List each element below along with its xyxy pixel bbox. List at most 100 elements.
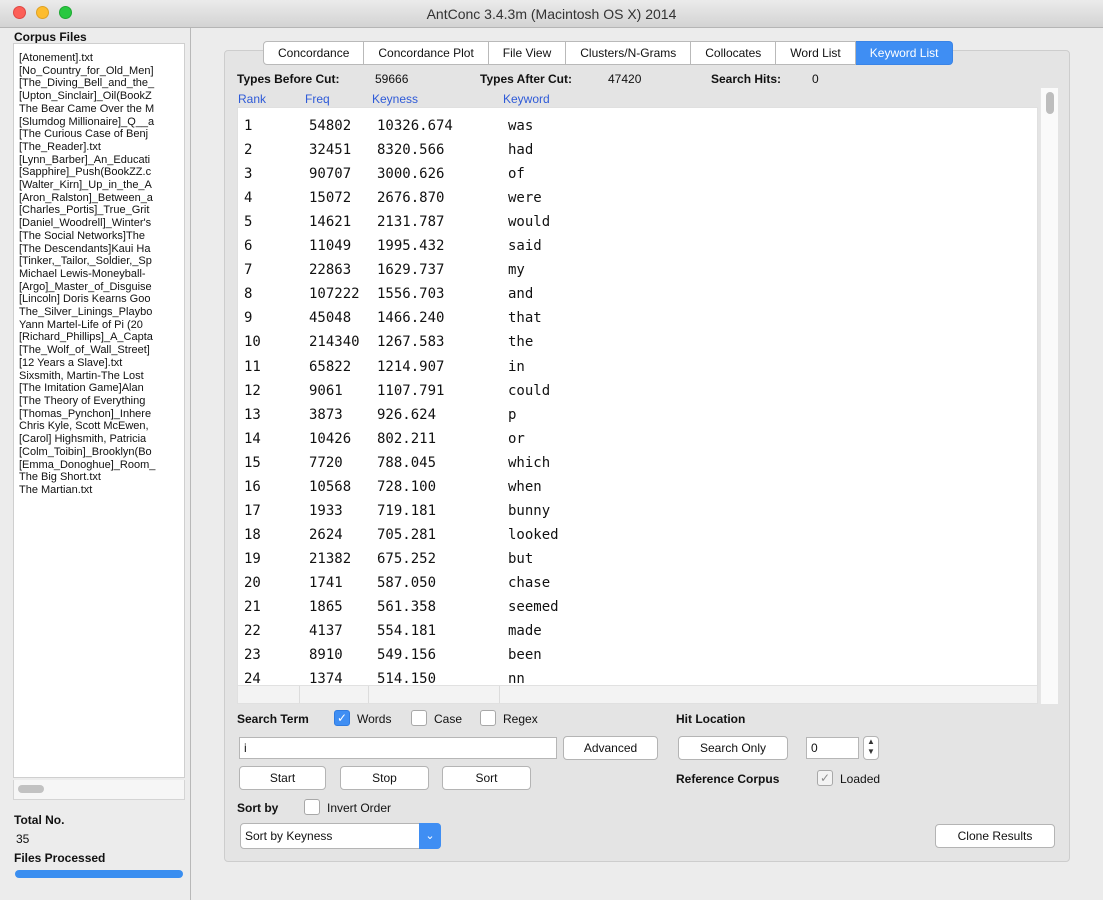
- case-checkbox[interactable]: [411, 710, 427, 726]
- corpus-file-item[interactable]: [The_Wolf_of_Wall_Street]: [14, 344, 184, 357]
- table-row[interactable]: 16 10568 728.100 when: [238, 476, 1037, 500]
- clone-results-button[interactable]: Clone Results: [935, 824, 1055, 848]
- tab-collocates[interactable]: Collocates: [691, 41, 777, 65]
- corpus-file-item[interactable]: [Sapphire]_Push(BookZZ.c: [14, 166, 184, 179]
- corpus-file-item[interactable]: [Lynn_Barber]_An_Educati: [14, 154, 184, 167]
- keyword-cell: could: [508, 382, 551, 399]
- tab-word-list[interactable]: Word List: [776, 41, 856, 65]
- corpus-file-item[interactable]: Michael Lewis-Moneyball-: [14, 268, 184, 281]
- corpus-file-item[interactable]: Chris Kyle, Scott McEwen,: [14, 420, 184, 433]
- corpus-file-item[interactable]: [The Curious Case of Benj: [14, 128, 184, 141]
- stepper-icon[interactable]: ▲ ▼: [863, 736, 879, 760]
- table-row[interactable]: 6 11049 1995.432 said: [238, 235, 1037, 259]
- keyword-cell: been: [508, 647, 542, 664]
- table-row[interactable]: 19 21382 675.252 but: [238, 548, 1037, 572]
- table-row[interactable]: 15 7720 788.045 which: [238, 452, 1037, 476]
- corpus-file-item[interactable]: [The Theory of Everything: [14, 395, 184, 408]
- tab-concordance[interactable]: Concordance: [263, 41, 365, 65]
- table-row[interactable]: 4 15072 2676.870 were: [238, 187, 1037, 211]
- words-label[interactable]: Words: [357, 712, 391, 726]
- corpus-file-item[interactable]: [Aron_Ralston]_Between_a: [14, 192, 184, 205]
- words-checkbox[interactable]: ✓: [334, 710, 350, 726]
- corpus-file-item[interactable]: [Carol] Highsmith, Patricia: [14, 433, 184, 446]
- file-list-horizontal-scrollbar[interactable]: [13, 780, 185, 800]
- search-only-button[interactable]: Search Only: [678, 736, 788, 760]
- corpus-file-item[interactable]: [Emma_Donoghue]_Room_: [14, 459, 184, 472]
- column-header-freq[interactable]: Freq: [305, 92, 330, 106]
- invert-order-label[interactable]: Invert Order: [327, 801, 391, 815]
- table-row[interactable]: 1 54802 10326.674 was: [238, 115, 1037, 139]
- corpus-file-item[interactable]: [Slumdog Millionaire]_Q__a: [14, 116, 184, 129]
- corpus-file-item[interactable]: The Bear Came Over the M: [14, 103, 184, 116]
- corpus-file-item[interactable]: [The Imitation Game]Alan: [14, 382, 184, 395]
- column-header-rank[interactable]: Rank: [238, 92, 266, 106]
- table-row[interactable]: 12 9061 1107.791 could: [238, 380, 1037, 404]
- tab-clusters-n-grams[interactable]: Clusters/N-Grams: [566, 41, 692, 65]
- corpus-file-item[interactable]: [12 Years a Slave].txt: [14, 357, 184, 370]
- table-row[interactable]: 20 1741 587.050 chase: [238, 572, 1037, 596]
- corpus-file-item[interactable]: [Atonement].txt: [14, 52, 184, 65]
- column-header-keyword[interactable]: Keyword: [503, 92, 550, 106]
- regex-label[interactable]: Regex: [503, 712, 538, 726]
- table-row[interactable]: 3 90707 3000.626 of: [238, 163, 1037, 187]
- invert-order-checkbox[interactable]: [304, 799, 320, 815]
- hit-location-input[interactable]: 0: [806, 737, 859, 759]
- corpus-file-item[interactable]: The Big Short.txt: [14, 471, 184, 484]
- scrollbar-thumb[interactable]: [18, 785, 44, 793]
- corpus-file-item[interactable]: [Walter_Kirn]_Up_in_the_A: [14, 179, 184, 192]
- corpus-file-item[interactable]: [No_Country_for_Old_Men]: [14, 65, 184, 78]
- chevron-down-icon[interactable]: ⌄: [419, 823, 441, 849]
- rank-cell: 9: [244, 310, 253, 327]
- case-label[interactable]: Case: [434, 712, 462, 726]
- corpus-file-item[interactable]: Sixsmith, Martin-The Lost: [14, 370, 184, 383]
- table-row[interactable]: 21 1865 561.358 seemed: [238, 596, 1037, 620]
- tab-concordance-plot[interactable]: Concordance Plot: [364, 41, 489, 65]
- sort-button[interactable]: Sort: [442, 766, 531, 790]
- corpus-file-item[interactable]: Yann Martel-Life of Pi (20: [14, 319, 184, 332]
- keyword-cell: that: [508, 310, 542, 327]
- table-row[interactable]: 7 22863 1629.737 my: [238, 259, 1037, 283]
- keyword-results-table[interactable]: 24 1374 514.150 nn 23 8910 549.156 been 22 4137 55…: [237, 107, 1038, 704]
- corpus-file-item[interactable]: [Lincoln] Doris Kearns Goo: [14, 293, 184, 306]
- table-row[interactable]: 13 3873 926.624 p: [238, 404, 1037, 428]
- tab-file-view[interactable]: File View: [488, 41, 567, 65]
- corpus-file-item[interactable]: [Thomas_Pynchon]_Inhere: [14, 408, 184, 421]
- corpus-file-item[interactable]: The Martian.txt: [14, 484, 184, 497]
- corpus-file-item[interactable]: [Upton_Sinclair]_Oil(BookZ: [14, 90, 184, 103]
- results-vertical-scrollbar[interactable]: [1040, 88, 1058, 704]
- table-row[interactable]: 8 107222 1556.703 and: [238, 283, 1037, 307]
- sort-by-select[interactable]: Sort by Keyness ⌄: [240, 823, 441, 849]
- keyness-cell: 1107.791: [377, 382, 445, 399]
- corpus-file-item[interactable]: [Charles_Portis]_True_Grit: [14, 204, 184, 217]
- corpus-file-item[interactable]: [Tinker,_Tailor,_Soldier,_Sp: [14, 255, 184, 268]
- stop-button[interactable]: Stop: [340, 766, 429, 790]
- advanced-button[interactable]: Advanced: [563, 736, 658, 760]
- corpus-file-item[interactable]: [The Descendants]Kaui Ha: [14, 243, 184, 256]
- table-row[interactable]: 11 65822 1214.907 in: [238, 356, 1037, 380]
- table-row[interactable]: 22 4137 554.181 made: [238, 620, 1037, 644]
- corpus-file-item[interactable]: [The Social Networks]The: [14, 230, 184, 243]
- corpus-file-item[interactable]: The_Silver_Linings_Playbo: [14, 306, 184, 319]
- scrollbar-thumb[interactable]: [1046, 92, 1054, 114]
- table-row[interactable]: 14 10426 802.211 or: [238, 428, 1037, 452]
- corpus-file-item[interactable]: [Richard_Phillips]_A_Capta: [14, 331, 184, 344]
- corpus-file-item[interactable]: [Colm_Toibin]_Brooklyn(Bo: [14, 446, 184, 459]
- start-button[interactable]: Start: [239, 766, 326, 790]
- corpus-file-item[interactable]: [Argo]_Master_of_Disguise: [14, 281, 184, 294]
- corpus-file-item[interactable]: [The_Diving_Bell_and_the_: [14, 77, 184, 90]
- tab-keyword-list[interactable]: Keyword List: [855, 41, 954, 65]
- search-term-input[interactable]: i: [239, 737, 557, 759]
- table-row[interactable]: 9 45048 1466.240 that: [238, 307, 1037, 331]
- corpus-file-list[interactable]: [Atonement].txt [No_Country_for_Old_Men][…: [13, 43, 185, 778]
- table-row[interactable]: 2 32451 8320.566 had: [238, 139, 1037, 163]
- regex-checkbox[interactable]: [480, 710, 496, 726]
- table-row[interactable]: 10 214340 1267.583 the: [238, 331, 1037, 355]
- table-row[interactable]: 18 2624 705.281 looked: [238, 524, 1037, 548]
- table-row[interactable]: 17 1933 719.181 bunny: [238, 500, 1037, 524]
- corpus-file-item[interactable]: [Daniel_Woodrell]_Winter's: [14, 217, 184, 230]
- table-row[interactable]: 23 8910 549.156 been: [238, 644, 1037, 668]
- freq-cell: 7720: [309, 454, 343, 471]
- corpus-file-item[interactable]: [The_Reader].txt: [14, 141, 184, 154]
- table-row[interactable]: 5 14621 2131.787 would: [238, 211, 1037, 235]
- column-header-keyness[interactable]: Keyness: [372, 92, 418, 106]
